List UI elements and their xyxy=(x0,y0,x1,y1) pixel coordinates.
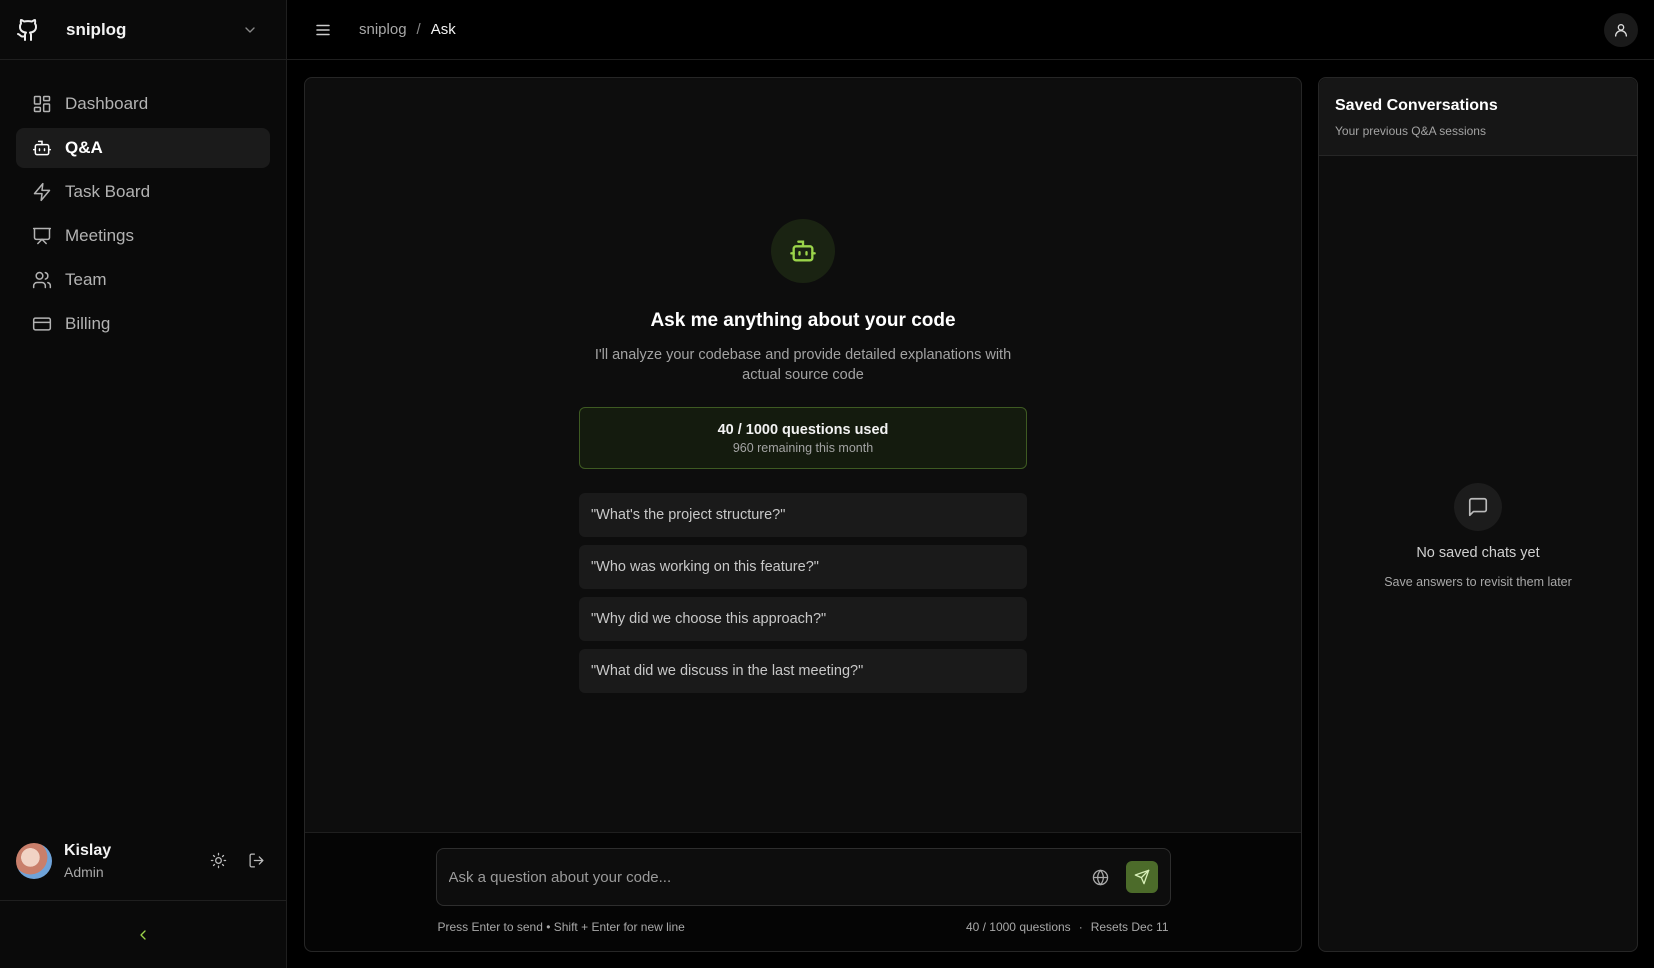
sidebar-item-label: Task Board xyxy=(65,182,151,201)
sidebar-item-qa[interactable]: Q&A xyxy=(16,128,270,168)
breadcrumb-project-link[interactable]: sniplog xyxy=(359,21,407,38)
users-icon xyxy=(32,270,52,290)
empty-title: No saved chats yet xyxy=(1416,545,1540,561)
sidebar-item-label: Meetings xyxy=(65,226,134,245)
chevron-down-icon xyxy=(242,22,258,38)
sidebar-item-team[interactable]: Team xyxy=(16,260,270,300)
bot-icon xyxy=(790,240,816,262)
chat-composer: Press Enter to send • Shift + Enter for … xyxy=(305,832,1301,951)
hamburger-icon xyxy=(316,24,330,35)
saved-header: Saved Conversations Your previous Q&A se… xyxy=(1319,78,1637,156)
sidebar-item-billing[interactable]: Billing xyxy=(16,304,270,344)
theme-toggle-button[interactable] xyxy=(204,847,232,875)
send-icon xyxy=(1134,869,1149,885)
sidebar-item-meetings[interactable]: Meetings xyxy=(16,216,270,256)
sidebar-item-label: Q&A xyxy=(65,138,103,157)
suggestion-button[interactable]: "Why did we choose this approach?" xyxy=(579,597,1027,641)
breadcrumb: sniplog / Ask xyxy=(359,21,456,38)
chat-input[interactable] xyxy=(448,868,1090,886)
saved-title: Saved Conversations xyxy=(1335,97,1498,114)
footer-separator: · xyxy=(1078,920,1083,934)
suggestion-list: "What's the project structure?" "Who was… xyxy=(579,493,1027,693)
credit-card-icon xyxy=(32,314,52,334)
github-logo-icon xyxy=(16,18,40,42)
sidebar-item-label: Dashboard xyxy=(65,94,149,113)
avatar[interactable] xyxy=(16,842,52,879)
zap-icon xyxy=(32,182,52,202)
send-button[interactable] xyxy=(1125,861,1158,893)
composer-footer: Press Enter to send • Shift + Enter for … xyxy=(438,920,1169,934)
content-area: Ask me anything about your code I'll ana… xyxy=(287,60,1654,968)
main-area: sniplog / Ask Ask me anything about your… xyxy=(287,0,1654,968)
project-name: sniplog xyxy=(66,19,127,39)
empty-chat-badge xyxy=(1454,483,1502,531)
sidebar-item-label: Billing xyxy=(65,314,111,333)
usage-count: 40 / 1000 questions used xyxy=(717,421,889,438)
dashboard-icon xyxy=(32,94,52,114)
question-counter: 40 / 1000 questions xyxy=(965,920,1071,934)
logout-button[interactable] xyxy=(242,847,270,875)
user-name: Kislay xyxy=(64,841,112,859)
user-info: Kislay Admin xyxy=(64,842,194,880)
menu-toggle-button[interactable] xyxy=(311,18,335,42)
user-panel: Kislay Admin xyxy=(0,821,286,901)
chat-title: Ask me anything about your code xyxy=(650,310,956,331)
chat-description: I'll analyze your codebase and provide d… xyxy=(594,347,1012,383)
suggestion-button[interactable]: "Who was working on this feature?" xyxy=(579,545,1027,589)
project-switcher[interactable]: sniplog xyxy=(0,0,286,60)
user-icon xyxy=(1615,23,1627,37)
chat-empty-state: Ask me anything about your code I'll ana… xyxy=(305,78,1301,832)
globe-icon xyxy=(1092,868,1109,886)
user-role: Admin xyxy=(64,863,104,880)
saved-subtitle: Your previous Q&A sessions xyxy=(1335,124,1486,138)
chevron-left-icon xyxy=(140,929,146,940)
usage-remaining: 960 remaining this month xyxy=(732,440,874,455)
message-square-icon xyxy=(1468,497,1488,517)
logout-icon xyxy=(248,853,264,868)
sidebar-item-label: Team xyxy=(65,270,107,289)
collapse-sidebar-button[interactable] xyxy=(0,901,286,968)
chat-panel: Ask me anything about your code I'll ana… xyxy=(304,77,1302,952)
presentation-icon xyxy=(32,226,52,246)
topbar: sniplog / Ask xyxy=(287,0,1654,60)
keyboard-hint: Press Enter to send • Shift + Enter for … xyxy=(437,920,685,934)
breadcrumb-separator: / xyxy=(416,21,421,38)
suggestion-button[interactable]: "What did we discuss in the last meeting… xyxy=(579,649,1027,693)
saved-empty-state: No saved chats yet Save answers to revis… xyxy=(1319,156,1637,951)
saved-conversations-panel: Saved Conversations Your previous Q&A se… xyxy=(1318,77,1638,952)
sun-icon xyxy=(210,852,226,869)
empty-subtitle: Save answers to revisit them later xyxy=(1384,575,1572,589)
chat-input-wrapper xyxy=(435,848,1171,906)
suggestion-button[interactable]: "What's the project structure?" xyxy=(579,493,1027,537)
bot-icon xyxy=(32,138,52,158)
usage-card: 40 / 1000 questions used 960 remaining t… xyxy=(579,407,1027,469)
breadcrumb-current: Ask xyxy=(430,21,456,38)
app-root: sniplog Dashboard Q&A Task Board Meeting… xyxy=(0,0,1654,968)
sidebar-item-dashboard[interactable]: Dashboard xyxy=(16,84,270,124)
bot-avatar xyxy=(771,219,835,283)
sidebar-nav: Dashboard Q&A Task Board Meetings Team B… xyxy=(0,60,286,368)
sidebar: sniplog Dashboard Q&A Task Board Meeting… xyxy=(0,0,287,968)
profile-button[interactable] xyxy=(1604,12,1638,47)
web-search-toggle[interactable] xyxy=(1090,866,1112,888)
reset-date: Resets Dec 11 xyxy=(1090,920,1169,934)
sidebar-item-task-board[interactable]: Task Board xyxy=(16,172,270,212)
